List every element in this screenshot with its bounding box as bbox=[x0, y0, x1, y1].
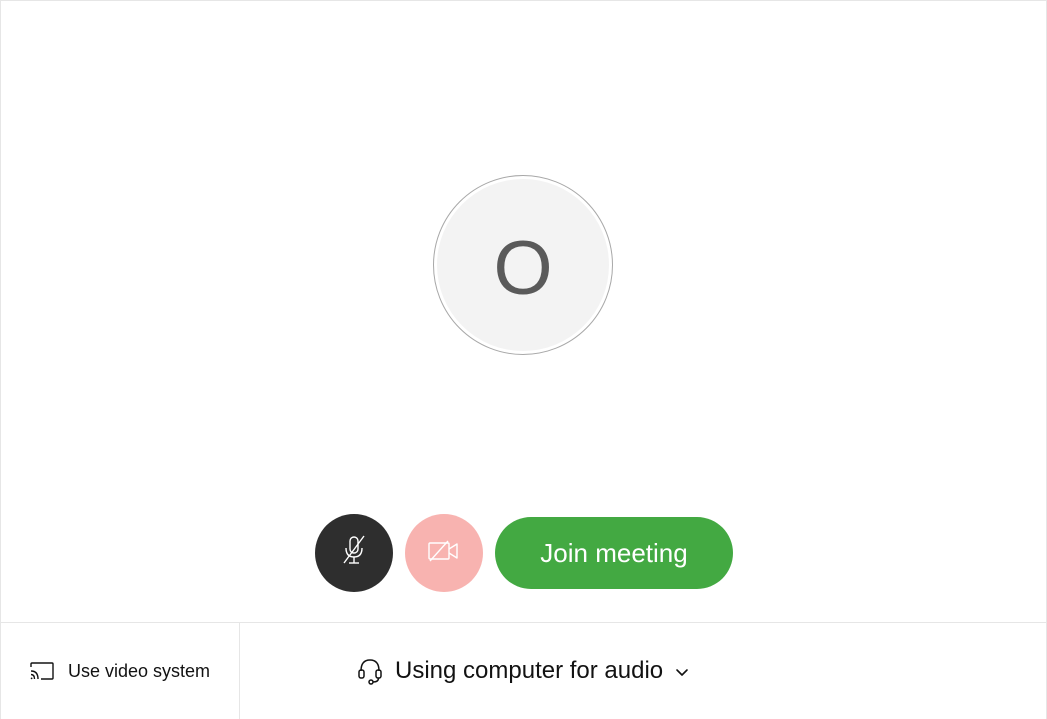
avatar-initial: O bbox=[493, 226, 553, 311]
use-video-system-button[interactable]: Use video system bbox=[1, 623, 240, 719]
chevron-down-icon bbox=[675, 666, 689, 680]
preview-controls: Join meeting bbox=[315, 514, 733, 592]
audio-connection-label: Using computer for audio bbox=[395, 657, 664, 684]
camera-off-icon bbox=[427, 539, 461, 568]
microphone-muted-icon bbox=[340, 533, 368, 574]
video-toggle-button[interactable] bbox=[405, 514, 483, 592]
mute-button[interactable] bbox=[315, 514, 393, 592]
headset-icon bbox=[357, 657, 383, 685]
cast-icon bbox=[29, 661, 55, 681]
bottom-bar: Use video system Using computer for audi… bbox=[1, 622, 1046, 719]
use-video-system-label: Use video system bbox=[68, 660, 211, 681]
self-preview-area: O Join meeting bbox=[1, 1, 1046, 621]
avatar: O bbox=[433, 175, 613, 355]
meeting-preview-window: O Join meeting Use video system Using co… bbox=[0, 0, 1047, 719]
audio-connection-dropdown[interactable]: Using computer for audio bbox=[357, 623, 689, 719]
join-meeting-button[interactable]: Join meeting bbox=[495, 517, 733, 589]
